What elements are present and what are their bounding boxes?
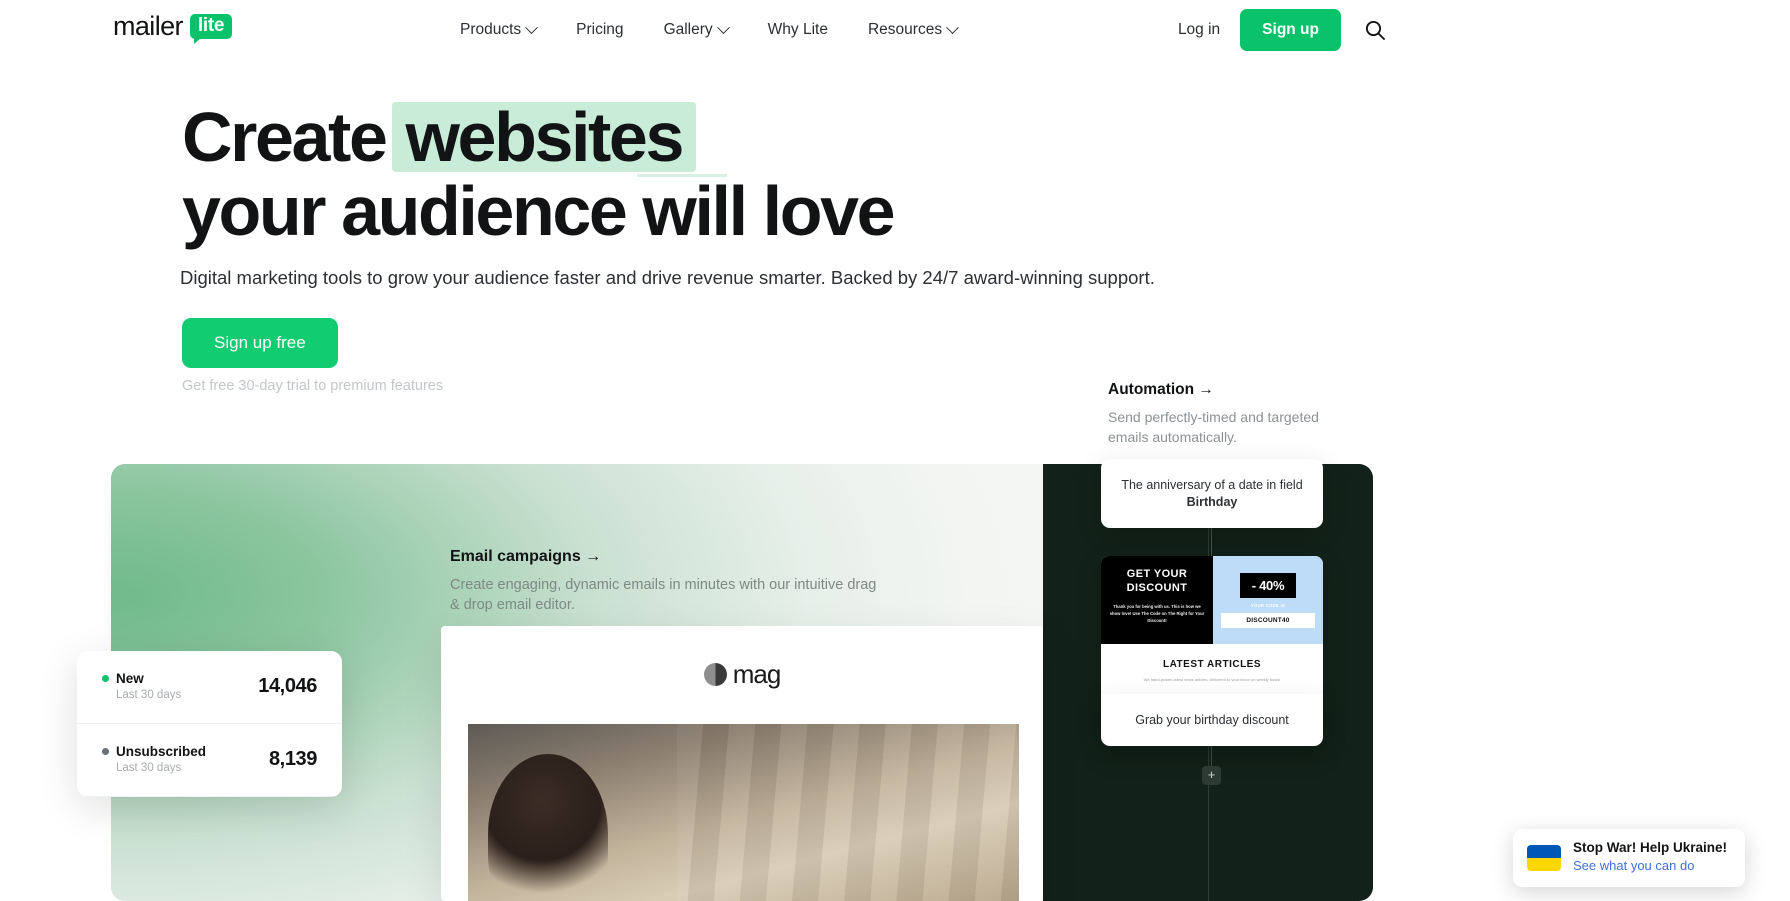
ukraine-support-banner[interactable]: Stop War! Help Ukraine! See what you can… bbox=[1513, 829, 1745, 887]
automation-feature-blurb: Automation → Send perfectly-timed and ta… bbox=[1108, 381, 1338, 447]
hero-subtitle: Digital marketing tools to grow your aud… bbox=[180, 267, 1155, 288]
primary-nav: Products Pricing Gallery Why Lite Resour… bbox=[440, 0, 977, 60]
stat-info: Unsubscribed Last 30 days bbox=[102, 744, 206, 774]
stat-value: 8,139 bbox=[268, 747, 317, 770]
header-actions: Log in Sign up bbox=[1158, 0, 1387, 60]
status-dot-icon bbox=[102, 748, 109, 755]
automation-description: Send perfectly-timed and targeted emails… bbox=[1108, 409, 1319, 445]
table-row: New Last 30 days 14,046 bbox=[77, 651, 342, 724]
email-campaigns-description: Create engaging, dynamic emails in minut… bbox=[450, 577, 877, 614]
email-headline-line2: DISCOUNT bbox=[1126, 581, 1188, 594]
trial-note: Get free 30-day trial to premium feature… bbox=[182, 378, 444, 394]
ukraine-flag-icon bbox=[1527, 845, 1561, 871]
discount-badge: - 40% bbox=[1239, 572, 1297, 598]
table-row: Unsubscribed Last 30 days 8,139 bbox=[77, 724, 342, 797]
mag-dot-icon bbox=[703, 663, 727, 686]
mag-logo-text: mag bbox=[732, 659, 782, 689]
chevron-down-icon bbox=[946, 20, 959, 34]
nav-label: Pricing bbox=[576, 21, 624, 38]
nav-item-gallery[interactable]: Gallery bbox=[644, 0, 748, 60]
email-headline: GET YOUR DISCOUNT bbox=[1109, 568, 1205, 596]
mag-hero-photo bbox=[468, 724, 1019, 901]
logo-wordmark: mailer bbox=[113, 11, 184, 41]
nav-item-products[interactable]: Products bbox=[440, 0, 556, 60]
page-title: Create websites bbox=[182, 102, 696, 172]
automation-action-card[interactable]: Grab your birthday discount bbox=[1101, 694, 1323, 746]
trigger-field: Birthday bbox=[1186, 494, 1238, 509]
flag-top-stripe bbox=[1527, 845, 1561, 858]
nav-item-why-lite[interactable]: Why Lite bbox=[748, 0, 848, 60]
stat-value: 14,046 bbox=[258, 674, 317, 697]
stat-name-new: New bbox=[102, 671, 181, 686]
automation-link[interactable]: Automation → bbox=[1108, 381, 1338, 399]
email-headline-line1: GET YOUR bbox=[1126, 568, 1188, 580]
stat-label: New bbox=[116, 671, 144, 686]
email-body-text: Thank you for being with us. This is how… bbox=[1109, 603, 1205, 623]
site-header: mailer lite Products Pricing Gallery Why… bbox=[0, 0, 1567, 60]
stat-period: Last 30 days bbox=[116, 689, 182, 701]
status-dot-icon bbox=[102, 675, 109, 682]
mag-logo: mag bbox=[441, 659, 1043, 690]
signup-free-button[interactable]: Sign up free bbox=[182, 318, 338, 368]
logo-badge: lite bbox=[189, 14, 233, 44]
flag-bottom-stripe bbox=[1527, 858, 1561, 871]
stat-info: New Last 30 days bbox=[102, 671, 181, 701]
email-preview-discount-block: - 40% YOUR CODE IS DISCOUNT40 bbox=[1213, 556, 1323, 644]
mailerlite-logo[interactable]: mailer lite bbox=[113, 11, 233, 44]
nav-item-resources[interactable]: Resources bbox=[848, 0, 977, 60]
hero-title-part1: Create bbox=[182, 98, 388, 176]
articles-body: We hand-picked latest news articles, del… bbox=[1143, 677, 1281, 682]
ukraine-banner-link[interactable]: See what you can do bbox=[1573, 857, 1727, 875]
email-preview-top: GET YOUR DISCOUNT Thank you for being wi… bbox=[1101, 556, 1323, 644]
ukraine-banner-title: Stop War! Help Ukraine! bbox=[1573, 840, 1728, 856]
email-preview-articles: LATEST ARTICLES We hand-picked latest ne… bbox=[1101, 644, 1323, 684]
search-icon[interactable] bbox=[1363, 18, 1387, 42]
email-campaigns-link[interactable]: Email campaigns → bbox=[450, 548, 890, 566]
trigger-prefix: The anniversary of a date in field bbox=[1121, 477, 1303, 492]
nav-label: Resources bbox=[867, 21, 943, 38]
discount-code: DISCOUNT40 bbox=[1221, 612, 1315, 628]
email-preview-headline-block: GET YOUR DISCOUNT Thank you for being wi… bbox=[1101, 556, 1213, 644]
ukraine-banner-text: Stop War! Help Ukraine! See what you can… bbox=[1573, 840, 1727, 875]
nav-label: Gallery bbox=[663, 21, 713, 38]
page-title-line2: your audience will love bbox=[182, 172, 896, 250]
email-campaigns-blurb: Email campaigns → Create engaging, dynam… bbox=[450, 548, 890, 616]
nav-item-pricing[interactable]: Pricing bbox=[556, 0, 643, 60]
subscriber-stats-card: New Last 30 days 14,046 Unsubscribed Las… bbox=[77, 651, 342, 797]
hero-title-highlight: websites bbox=[391, 102, 696, 172]
login-link[interactable]: Log in bbox=[1158, 21, 1240, 39]
chevron-down-icon bbox=[716, 20, 730, 34]
automation-trigger-card[interactable]: The anniversary of a date in field Birth… bbox=[1101, 459, 1323, 528]
email-editor-preview[interactable]: mag bbox=[441, 626, 1043, 901]
trigger-text: The anniversary of a date in field Birth… bbox=[1101, 477, 1323, 511]
signup-button[interactable]: Sign up bbox=[1240, 9, 1341, 51]
action-label: Grab your birthday discount bbox=[1135, 713, 1289, 727]
stat-period: Last 30 days bbox=[116, 762, 182, 774]
chevron-down-icon bbox=[525, 20, 539, 34]
stat-name-unsubscribed: Unsubscribed bbox=[102, 744, 206, 759]
discount-code-label: YOUR CODE IS bbox=[1250, 602, 1286, 608]
add-step-button[interactable]: + bbox=[1202, 766, 1221, 785]
page-root: mailer lite Products Pricing Gallery Why… bbox=[0, 0, 1790, 901]
articles-title: LATEST ARTICLES bbox=[1162, 659, 1262, 670]
nav-label: Products bbox=[460, 21, 522, 38]
nav-label: Why Lite bbox=[767, 21, 828, 38]
stat-label: Unsubscribed bbox=[116, 744, 207, 759]
